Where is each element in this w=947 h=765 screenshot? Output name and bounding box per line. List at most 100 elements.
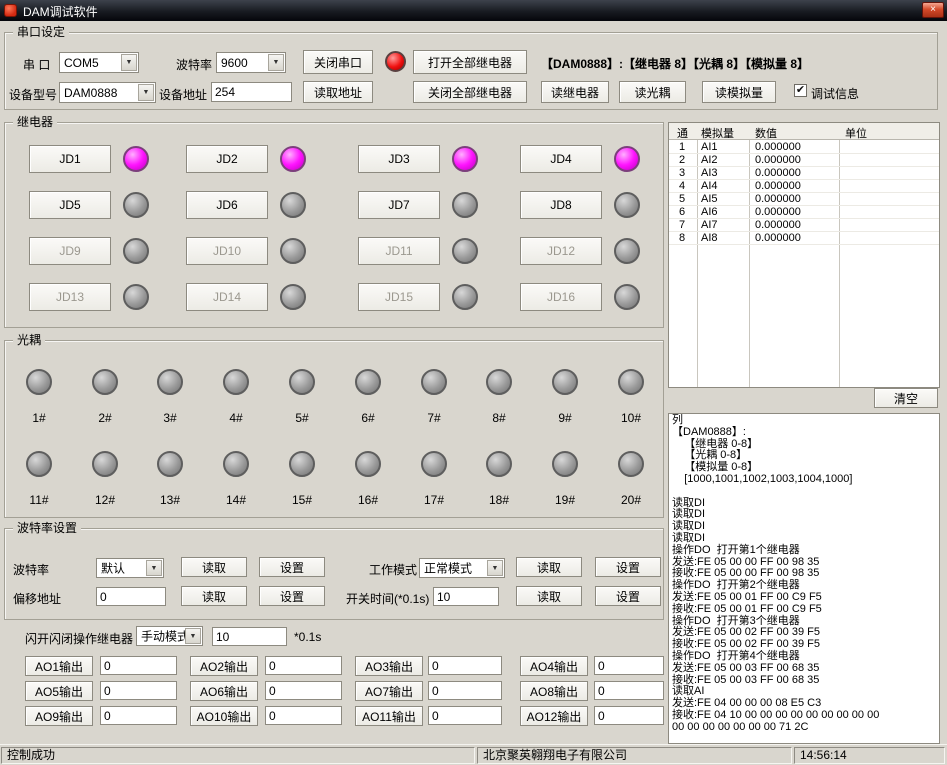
opto-label-2: 2# [85,411,125,425]
ao6-value-input[interactable] [265,681,342,700]
close-serial-button[interactable]: 关闭串口 [303,50,373,74]
table-header: 通 模拟量 数值 单位 [669,123,939,140]
chevron-down-icon[interactable]: ▼ [146,560,162,576]
relay-button-jd6[interactable]: JD6 [186,191,268,219]
opto-light-6 [355,369,381,395]
chevron-down-icon[interactable]: ▼ [138,84,154,101]
opto-light-5 [289,369,315,395]
switch-time-input[interactable] [433,587,499,606]
ao11-output-button[interactable]: AO11输出 [355,706,423,726]
relay-button-jd13: JD13 [29,283,111,311]
close-button[interactable]: × [922,2,944,18]
workmode-set-button[interactable]: 设置 [595,557,661,577]
ao2-output-button[interactable]: AO2输出 [190,656,258,676]
baud-rate-select[interactable]: 9600 ▼ [216,52,286,73]
opto-light-3 [157,369,183,395]
titlebar: DAM调试软件 × [0,0,947,21]
offset-set-button[interactable]: 设置 [259,586,325,606]
offset-address-input[interactable] [96,587,166,606]
ao5-output-button[interactable]: AO5输出 [25,681,93,701]
opto-light-16 [355,451,381,477]
ao4-output-button[interactable]: AO4输出 [520,656,588,676]
opto-label-11: 11# [19,493,59,507]
relay-light-jd13 [123,284,149,310]
relay-light-jd3 [452,146,478,172]
flash-operate-label: 闪开闪闭操作继电器 [25,630,133,647]
debug-log[interactable]: 列 【DAM0888】: 【继电器 0-8】 【光耦 0-8】 【模拟量 0-8… [668,413,940,744]
relay-button-jd8[interactable]: JD8 [520,191,602,219]
flash-mode-select[interactable]: 手动模式 ▼ [136,626,203,646]
ao8-output-button[interactable]: AO8输出 [520,681,588,701]
chevron-down-icon[interactable]: ▼ [121,54,137,71]
ao1-output-button[interactable]: AO1输出 [25,656,93,676]
offset-read-button[interactable]: 读取 [181,586,247,606]
opto-light-14 [223,451,249,477]
chevron-down-icon[interactable]: ▼ [185,628,201,644]
read-opto-button[interactable]: 读光耦 [619,81,686,103]
relay-button-jd2[interactable]: JD2 [186,145,268,173]
flash-mode-value: 手动模式 [141,628,189,645]
relay-button-jd4[interactable]: JD4 [520,145,602,173]
ao2-value-input[interactable] [265,656,342,675]
baud-settings-title: 波特率设置 [13,521,81,536]
ao10-value-input[interactable] [265,706,342,725]
ao4-value-input[interactable] [594,656,664,675]
baud-read-button[interactable]: 读取 [181,557,247,577]
ao5-value-input[interactable] [100,681,177,700]
ao3-value-input[interactable] [428,656,502,675]
ao6-output-button[interactable]: AO6输出 [190,681,258,701]
device-model-select[interactable]: DAM0888 ▼ [59,82,156,103]
relay-group-title: 继电器 [13,115,57,130]
relay-button-jd1[interactable]: JD1 [29,145,111,173]
ao9-output-button[interactable]: AO9输出 [25,706,93,726]
baud-rate-label: 波特率 [176,56,212,73]
read-analog-button[interactable]: 读模拟量 [702,81,776,103]
baud-setting-select[interactable]: 默认 ▼ [96,558,164,578]
workmode-read-button[interactable]: 读取 [516,557,582,577]
opto-label-8: 8# [479,411,519,425]
ao11-value-input[interactable] [428,706,502,725]
com-port-select[interactable]: COM5 ▼ [59,52,139,73]
switchtime-read-button[interactable]: 读取 [516,586,582,606]
ao10-output-button[interactable]: AO10输出 [190,706,258,726]
read-relay-button[interactable]: 读继电器 [541,81,609,103]
relay-button-jd3[interactable]: JD3 [358,145,440,173]
chevron-down-icon[interactable]: ▼ [487,560,503,576]
col-header-unit: 单位 [845,125,867,141]
flash-time-unit-label: *0.1s [294,630,321,644]
opto-light-8 [486,369,512,395]
relay-light-jd12 [614,238,640,264]
serial-group-title: 串口设定 [13,25,69,40]
ao9-value-input[interactable] [100,706,177,725]
read-address-button[interactable]: 读取地址 [303,81,373,103]
ao3-output-button[interactable]: AO3输出 [355,656,423,676]
opto-light-17 [421,451,447,477]
work-mode-select[interactable]: 正常模式 ▼ [419,558,505,578]
debug-info-checkbox[interactable]: ✔ [794,84,807,97]
relay-light-jd10 [280,238,306,264]
open-all-relays-button[interactable]: 打开全部继电器 [413,50,527,74]
work-mode-value: 正常模式 [424,560,472,577]
ao7-value-input[interactable] [428,681,502,700]
ao12-output-button[interactable]: AO12输出 [520,706,588,726]
baud-set-button[interactable]: 设置 [259,557,325,577]
ao1-value-input[interactable] [100,656,177,675]
analog-table: 通 模拟量 数值 单位 1AI10.000000 2AI20.000000 3A… [668,122,940,388]
baud-rate-value: 9600 [221,56,248,70]
switchtime-set-button[interactable]: 设置 [595,586,661,606]
chevron-down-icon[interactable]: ▼ [268,54,284,71]
ao7-output-button[interactable]: AO7输出 [355,681,423,701]
relay-button-jd5[interactable]: JD5 [29,191,111,219]
opto-light-10 [618,369,644,395]
ao12-value-input[interactable] [594,706,664,725]
close-all-relays-button[interactable]: 关闭全部继电器 [413,81,527,103]
relay-light-jd5 [123,192,149,218]
relay-light-jd15 [452,284,478,310]
relay-button-jd7[interactable]: JD7 [358,191,440,219]
clear-button[interactable]: 清空 [874,388,938,408]
ao8-value-input[interactable] [594,681,664,700]
device-model-value: DAM0888 [64,86,117,100]
opto-group-title: 光耦 [13,333,45,348]
device-address-input[interactable] [211,82,292,102]
flash-time-input[interactable] [212,627,287,646]
